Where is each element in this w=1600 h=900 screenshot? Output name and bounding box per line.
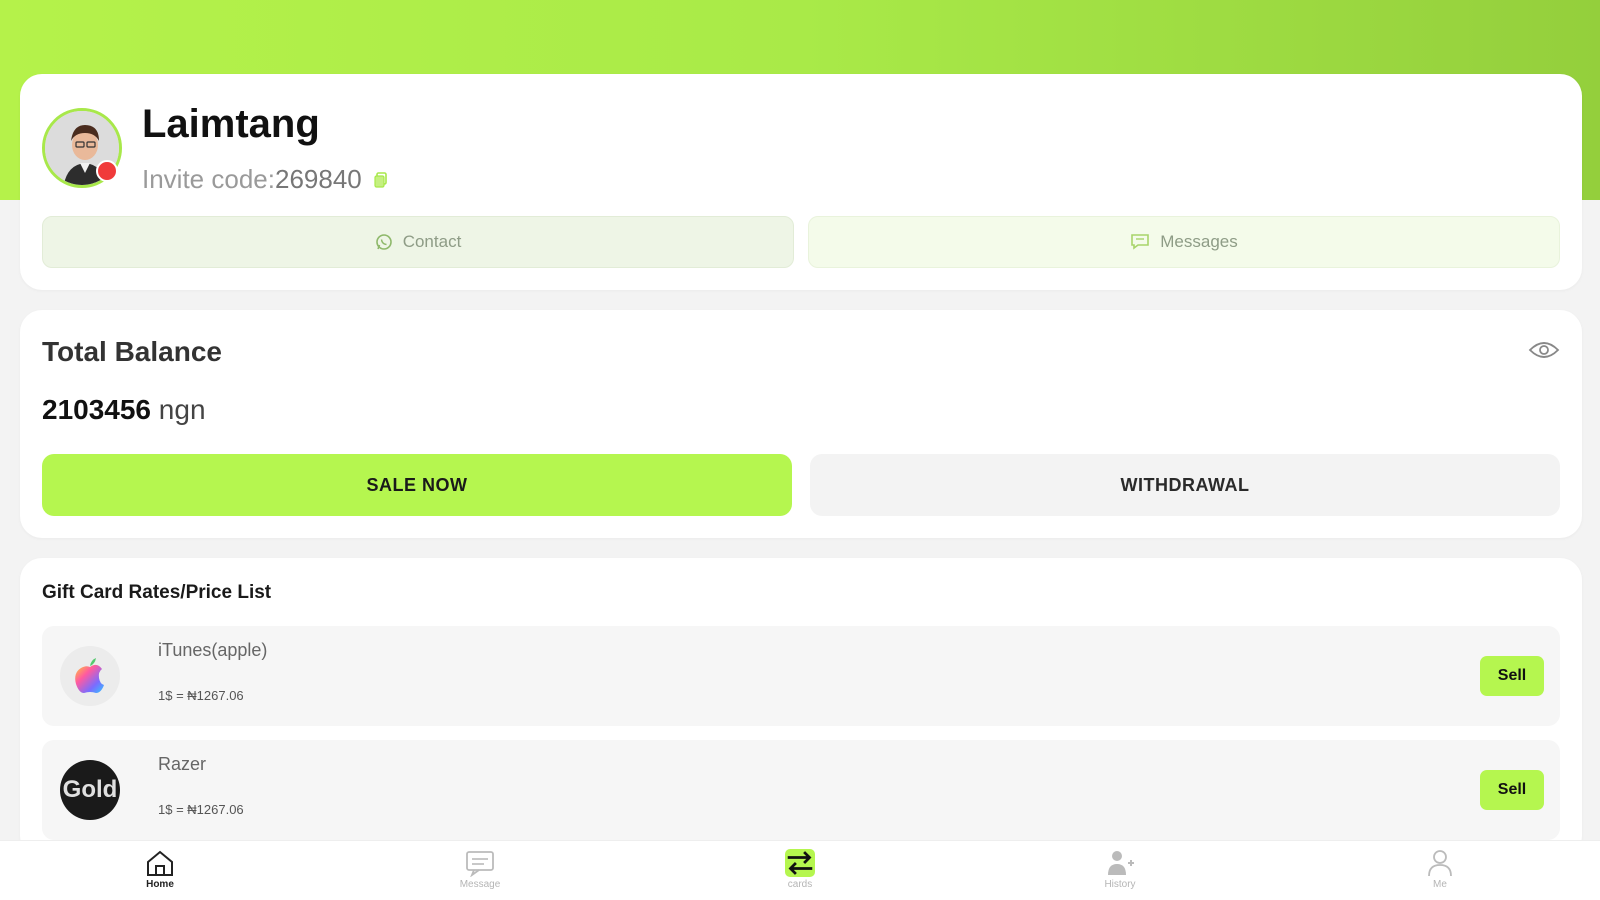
card-name: Razer: [158, 754, 207, 774]
balance-currency: ngn: [158, 394, 206, 425]
razer-logo-text: Gold: [62, 776, 118, 803]
nav-label: Me: [1433, 879, 1447, 890]
nav-label: Message: [459, 879, 501, 890]
rates-title: Gift Card Rates/Price List: [42, 582, 272, 603]
invite-code: 269840: [274, 164, 362, 194]
balance-card: Total Balance 2103456 ngn SALE NOW WITHD…: [20, 310, 1582, 538]
razer-gold-logo-icon: Gold: [60, 760, 120, 820]
balance-amount: 2103456 ngn: [42, 394, 206, 426]
list-item[interactable]: iTunes(apple) 1$ = ₦1267.06 Sell: [42, 626, 1560, 726]
home-icon: [147, 850, 173, 876]
balance-title: Total Balance: [42, 336, 222, 367]
user-icon: [1428, 850, 1452, 877]
copy-icon[interactable]: [374, 171, 388, 188]
profile-card: Laimtang Invite code:269840 Contact Mess…: [20, 74, 1582, 290]
swap-arrows-icon: [787, 851, 813, 875]
card-rate: 1$ = ₦1267.06: [158, 802, 244, 817]
apple-logo-icon: [60, 646, 120, 706]
sell-button[interactable]: Sell: [1480, 656, 1544, 696]
nav-item-history[interactable]: History: [1080, 849, 1160, 899]
sale-now-button[interactable]: SALE NOW: [42, 454, 792, 516]
contact-label: Contact: [402, 232, 462, 251]
apple-logo-icon: [75, 658, 104, 693]
nav-label: History: [1104, 879, 1136, 890]
swap-icon: [785, 849, 815, 877]
whatsapp-icon: [375, 234, 392, 250]
withdrawal-button[interactable]: WITHDRAWAL: [810, 454, 1560, 516]
nav-item-home[interactable]: Home: [120, 849, 200, 899]
invite-code-row: Invite code:269840: [142, 164, 388, 195]
contact-button[interactable]: Contact: [42, 216, 794, 268]
message-icon: [466, 851, 494, 877]
bottom-nav: Home Message cards History Me: [0, 840, 1600, 900]
nav-item-cards[interactable]: cards: [760, 849, 840, 899]
profile-name: Laimtang: [142, 102, 320, 146]
sell-button[interactable]: Sell: [1480, 770, 1544, 810]
nav-label: cards: [787, 879, 813, 890]
card-rate: 1$ = ₦1267.06: [158, 688, 244, 703]
rates-card: Gift Card Rates/Price List iTunes(apple)…: [20, 558, 1582, 858]
invite-label: Invite code:: [142, 164, 275, 194]
notification-badge: [96, 160, 118, 182]
list-item[interactable]: Gold Razer 1$ = ₦1267.06 Sell: [42, 740, 1560, 840]
nav-label: Home: [146, 879, 174, 890]
eye-icon[interactable]: [1528, 338, 1560, 362]
nav-item-message[interactable]: Message: [440, 849, 520, 899]
balance-number: 2103456: [42, 394, 152, 425]
chat-icon: [1131, 234, 1150, 250]
history-icon: [1108, 851, 1134, 875]
nav-item-me[interactable]: Me: [1400, 849, 1480, 899]
card-name: iTunes(apple): [158, 640, 268, 660]
messages-label: Messages: [1160, 232, 1238, 251]
messages-button[interactable]: Messages: [808, 216, 1560, 268]
